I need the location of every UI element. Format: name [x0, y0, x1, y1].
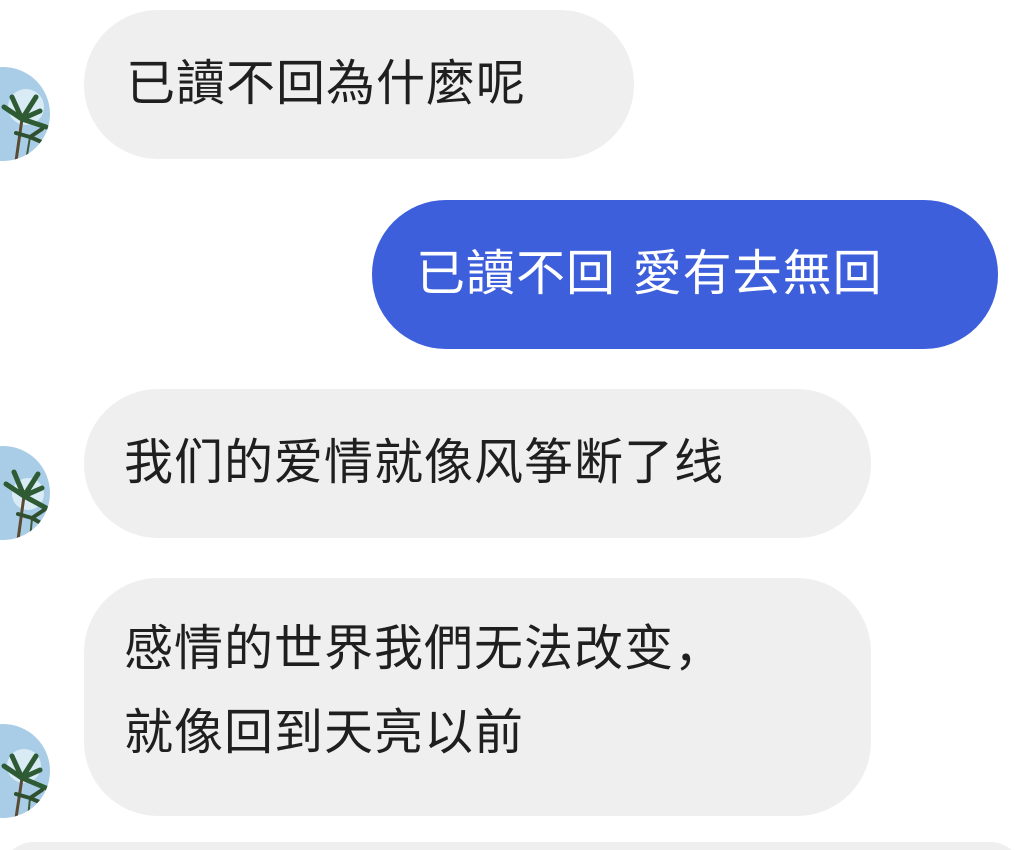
message-bubble-incoming[interactable]: 感情的世界我們无法改变， 就像回到天亮以前	[84, 578, 871, 816]
message-bubble-partial[interactable]	[0, 842, 1024, 850]
contact-avatar[interactable]	[0, 446, 50, 540]
message-text-line: 就像回到天亮以前	[124, 704, 525, 761]
message-text: 已讀不回 愛有去無回	[416, 245, 883, 302]
message-text: 已讀不回為什麼呢	[126, 55, 527, 112]
contact-avatar[interactable]	[0, 67, 50, 161]
palm-tree-sky-avatar-icon	[0, 724, 50, 818]
message-bubble-incoming[interactable]: 我们的爱情就像风筝断了线	[84, 389, 871, 538]
message-text-line: 感情的世界我們无法改变，	[124, 620, 725, 677]
message-bubble-incoming[interactable]: 已讀不回為什麼呢	[84, 10, 634, 159]
message-bubble-outgoing[interactable]: 已讀不回 愛有去無回	[372, 200, 998, 349]
palm-tree-sky-avatar-icon	[0, 67, 50, 161]
contact-avatar[interactable]	[0, 724, 50, 818]
message-text: 我们的爱情就像风筝断了线	[124, 434, 725, 491]
chat-thread: 已讀不回為什麼呢 已讀不回 愛有去無回 我们的爱情就像风筝断了线 感情的世界我們…	[0, 0, 1024, 850]
palm-tree-sky-avatar-icon	[0, 446, 50, 540]
